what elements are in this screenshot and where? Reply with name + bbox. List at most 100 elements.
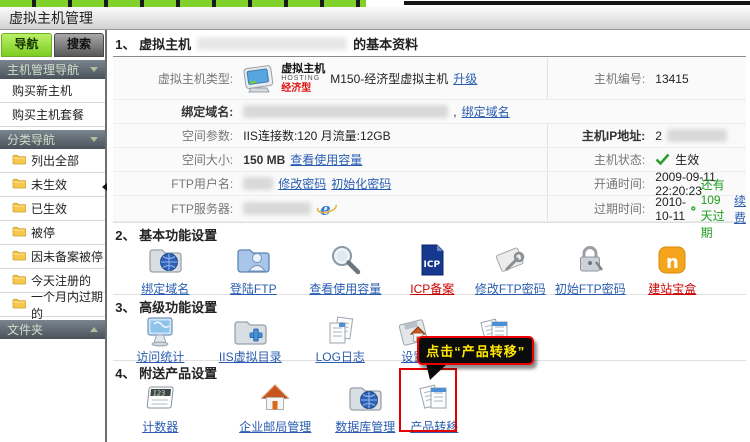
nicebox-icon: n bbox=[629, 242, 715, 280]
house-icon bbox=[232, 380, 318, 418]
host-icon-tier: 经济型 bbox=[281, 84, 325, 94]
chevron-up-icon bbox=[90, 327, 98, 332]
sidebar-item-label: 未生效 bbox=[31, 176, 67, 193]
change-password-link[interactable]: 修改密码 bbox=[278, 175, 326, 192]
sidebar-item-label: 已生效 bbox=[31, 200, 67, 217]
domain-separator: , bbox=[453, 105, 456, 119]
table-row: 绑定域名: , 绑定域名 bbox=[113, 100, 746, 124]
feature-section-title: 3、 高级功能设置 bbox=[113, 297, 746, 313]
host-type-label: 虚拟主机类型: bbox=[113, 70, 239, 87]
sidebar-section-header[interactable]: 文件夹 bbox=[0, 320, 105, 339]
feature-folder-user[interactable]: 登陆FTP bbox=[210, 242, 296, 297]
sidebar-tab-nav[interactable]: 导航 bbox=[1, 33, 52, 57]
table-row: FTP服务器: e 过期时间: 2010-10-11 还有109天过期 bbox=[113, 196, 746, 222]
sidebar-item[interactable]: 未生效 bbox=[0, 173, 105, 197]
heading-suffix: 的基本资料 bbox=[353, 34, 418, 53]
feature-label: 计数器 bbox=[142, 420, 178, 434]
host-id-label: 主机编号: bbox=[547, 58, 651, 99]
svg-text:123: 123 bbox=[152, 389, 166, 398]
green-arrow-icon bbox=[691, 202, 696, 215]
bind-domain-link[interactable]: 绑定域名 bbox=[462, 103, 510, 120]
space-size-value: 150 MB bbox=[243, 153, 285, 167]
top-tab-strip bbox=[0, 0, 750, 7]
check-icon bbox=[655, 153, 670, 166]
host-id-value: 13415 bbox=[651, 72, 746, 86]
redacted-host-name bbox=[197, 37, 347, 50]
chevron-down-icon bbox=[90, 67, 98, 72]
sidebar-section-header[interactable]: 分类导航 bbox=[0, 130, 105, 149]
sidebar-item[interactable]: 因未备案被停 bbox=[0, 245, 105, 269]
sidebar-section-title: 主机管理导航 bbox=[7, 61, 79, 78]
feature-folder-globe[interactable]: 绑定域名 bbox=[122, 242, 208, 297]
feature-calculator[interactable]: 123 计数器 bbox=[117, 380, 203, 435]
init-password-link[interactable]: 初始化密码 bbox=[331, 175, 391, 192]
host-type-icon: 虚拟主机 HOSTING 经济型 bbox=[243, 64, 325, 94]
icp-doc-icon: ICP bbox=[389, 242, 475, 280]
redacted-domain-value bbox=[243, 105, 448, 118]
feature-label: 绑定域名 bbox=[141, 282, 189, 296]
feature-label: 初始FTP密码 bbox=[555, 282, 626, 296]
sidebar-tab-search[interactable]: 搜索 bbox=[54, 33, 105, 57]
bound-domain-label: 绑定域名: bbox=[113, 103, 239, 120]
table-row: 虚拟主机类型: 虚拟主机 HOST bbox=[113, 58, 746, 100]
feature-magnifier[interactable]: 查看使用容量 bbox=[302, 242, 388, 297]
space-params-value: IIS连接数:120 月流量:12GB bbox=[239, 127, 547, 144]
folder-icon bbox=[12, 298, 26, 312]
sidebar-item[interactable]: 列出全部 bbox=[0, 149, 105, 173]
green-tab-segments bbox=[0, 0, 366, 7]
feature-label: IIS虚拟目录 bbox=[219, 350, 282, 364]
sidebar-item[interactable]: 购买主机套餐 bbox=[0, 103, 105, 127]
table-row: 空间大小: 150 MB 查看使用容量 主机状态: 生效 bbox=[113, 148, 746, 172]
feature-card-wrench[interactable]: 修改FTP密码 bbox=[467, 242, 553, 297]
feature-pages-highlighted[interactable]: 产品转移 bbox=[391, 380, 477, 435]
expire-time-value: 2010-10-11 bbox=[655, 195, 686, 223]
sidebar-item-label: 一个月内过期的 bbox=[31, 288, 105, 322]
callout-bubble: 点击“产品转移” bbox=[417, 336, 534, 365]
sidebar-item[interactable]: 一个月内过期的 bbox=[0, 293, 105, 317]
feature-label: 企业邮局管理 bbox=[239, 420, 311, 434]
feature-monitor[interactable]: 访问统计 bbox=[117, 314, 203, 365]
lock-icon bbox=[547, 242, 633, 280]
host-info-table: 虚拟主机类型: 虚拟主机 HOST bbox=[113, 58, 746, 222]
feature-house[interactable]: 企业邮局管理 bbox=[232, 380, 318, 435]
chevron-down-icon bbox=[90, 137, 98, 142]
folder-user-icon bbox=[210, 242, 296, 280]
svg-text:e: e bbox=[320, 200, 331, 219]
feature-folder-plus[interactable]: IIS虚拟目录 bbox=[207, 314, 293, 365]
folder-icon bbox=[12, 274, 26, 288]
ftp-server-label: FTP服务器: bbox=[113, 200, 239, 217]
section1-heading: 1、 虚拟主机 的基本资料 bbox=[113, 30, 746, 57]
feature-lock[interactable]: 初始FTP密码 bbox=[547, 242, 633, 297]
feature-nicebox[interactable]: n 建站宝盒 bbox=[629, 242, 715, 297]
host-type-value: M150-经济型虚拟主机 bbox=[330, 70, 448, 87]
table-row: 空间参数: IIS连接数:120 月流量:12GB 主机IP地址: 2 bbox=[113, 124, 746, 148]
renew-link[interactable]: 续费 bbox=[734, 192, 746, 226]
host-icon-caption: 虚拟主机 bbox=[281, 64, 325, 74]
feature-label: ICP备案 bbox=[410, 282, 454, 296]
view-usage-link[interactable]: 查看使用容量 bbox=[290, 151, 362, 168]
monitor-icon bbox=[117, 314, 203, 348]
sidebar-section-title: 分类导航 bbox=[7, 131, 55, 148]
sidebar-item[interactable]: 购买新主机 bbox=[0, 79, 105, 103]
page-title: 虚拟主机管理 bbox=[0, 7, 750, 30]
sidebar-section-title: 文件夹 bbox=[7, 321, 43, 338]
ftp-user-label: FTP用户名: bbox=[113, 175, 239, 192]
host-ip-label: 主机IP地址: bbox=[547, 124, 651, 147]
expire-time-label: 过期时间: bbox=[547, 196, 651, 221]
space-size-label: 空间大小: bbox=[113, 151, 239, 168]
upgrade-link[interactable]: 升级 bbox=[453, 70, 477, 87]
svg-text:n: n bbox=[666, 252, 679, 273]
feature-icp-doc[interactable]: ICP ICP备案 bbox=[389, 242, 475, 297]
sidebar-item[interactable]: 被停 bbox=[0, 221, 105, 245]
folder-icon bbox=[12, 250, 26, 264]
redacted-ftp-server bbox=[243, 202, 311, 215]
sidebar-section-header[interactable]: 主机管理导航 bbox=[0, 60, 105, 79]
sidebar-item-label: 列出全部 bbox=[31, 152, 79, 169]
sidebar-item[interactable]: 已生效 bbox=[0, 197, 105, 221]
sidebar-item-label: 今天注册的 bbox=[31, 272, 91, 289]
folder-icon bbox=[12, 202, 26, 216]
ie-browser-icon[interactable]: e bbox=[316, 199, 338, 219]
feature-label: 建站宝盒 bbox=[648, 282, 696, 296]
open-time-label: 开通时间: bbox=[547, 172, 651, 195]
sidebar-item-label: 因未备案被停 bbox=[31, 248, 103, 265]
